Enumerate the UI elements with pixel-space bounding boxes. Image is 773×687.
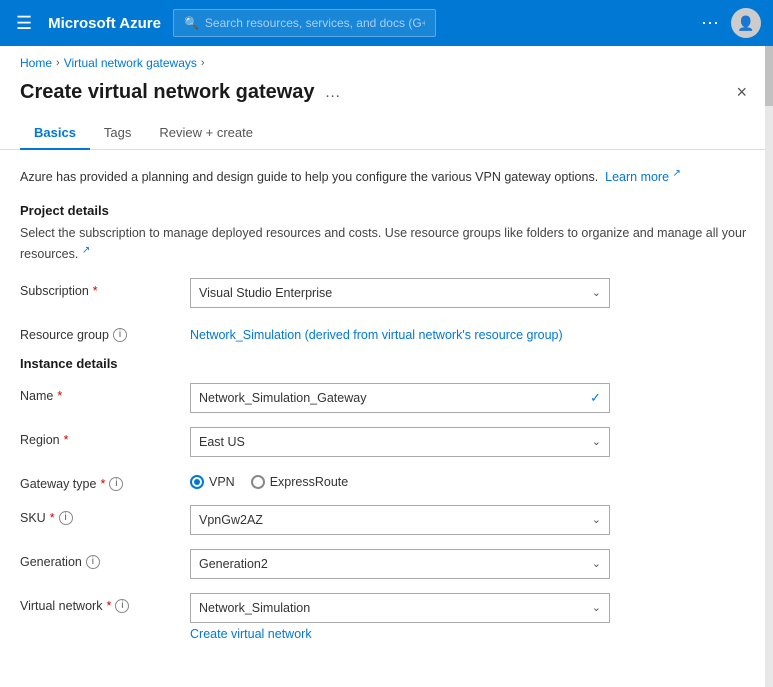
instance-details-heading: Instance details: [20, 356, 753, 371]
scrollbar-thumb[interactable]: [765, 46, 773, 106]
gateway-type-required: *: [100, 477, 105, 491]
virtual-network-row: Virtual network * i Network_Simulation ⌄…: [20, 593, 753, 641]
region-label: Region *: [20, 427, 180, 447]
name-row: Name * Network_Simulation_Gateway ✓: [20, 383, 753, 413]
breadcrumb-parent[interactable]: Virtual network gateways: [64, 56, 197, 70]
main-panel: Home › Virtual network gateways › Create…: [0, 46, 773, 687]
generation-dropdown-arrow: ⌄: [592, 557, 601, 570]
info-banner-text: Azure has provided a planning and design…: [20, 170, 598, 184]
sku-label: SKU * i: [20, 505, 180, 525]
sku-dropdown[interactable]: VpnGw2AZ ⌄: [190, 505, 610, 535]
expressroute-label: ExpressRoute: [270, 475, 349, 489]
sku-value: VpnGw2AZ: [199, 513, 263, 527]
name-label: Name *: [20, 383, 180, 403]
subscription-required: *: [93, 284, 98, 298]
region-dropdown[interactable]: East US ⌄: [190, 427, 610, 457]
subscription-dropdown-arrow: ⌄: [592, 286, 601, 299]
virtual-network-info-icon[interactable]: i: [115, 599, 129, 613]
sku-required: *: [50, 511, 55, 525]
topbar: ☰ Microsoft Azure 🔍 ⋯ 👤: [0, 0, 773, 46]
breadcrumb-sep-1: ›: [56, 57, 60, 69]
form-content: Azure has provided a planning and design…: [0, 150, 773, 687]
app-title: Microsoft Azure: [48, 15, 161, 32]
info-banner: Azure has provided a planning and design…: [20, 166, 753, 187]
tab-basics[interactable]: Basics: [20, 117, 90, 150]
name-dropdown[interactable]: Network_Simulation_Gateway ✓: [190, 383, 610, 413]
generation-control: Generation2 ⌄: [190, 549, 753, 579]
page-more-icon[interactable]: …: [325, 84, 341, 102]
virtual-network-required: *: [106, 599, 111, 613]
gateway-type-vpn[interactable]: VPN: [190, 475, 235, 489]
subscription-control: Visual Studio Enterprise ⌄: [190, 278, 753, 308]
page-title: Create virtual network gateway: [20, 81, 315, 104]
resource-group-row: Resource group i Network_Simulation (der…: [20, 322, 753, 342]
generation-row: Generation i Generation2 ⌄: [20, 549, 753, 579]
virtual-network-value: Network_Simulation: [199, 601, 310, 615]
generation-info-icon[interactable]: i: [86, 555, 100, 569]
vpn-label: VPN: [209, 475, 235, 489]
breadcrumb: Home › Virtual network gateways ›: [0, 46, 773, 74]
learn-more-link[interactable]: Learn more ↗: [605, 170, 681, 184]
project-details-link-icon[interactable]: ↗: [82, 245, 90, 256]
virtual-network-control: Network_Simulation ⌄ Create virtual netw…: [190, 593, 753, 641]
resource-group-label: Resource group i: [20, 322, 180, 342]
page-header: Create virtual network gateway … ×: [0, 74, 773, 117]
region-row: Region * East US ⌄: [20, 427, 753, 457]
gateway-type-label: Gateway type * i: [20, 471, 180, 491]
subscription-label: Subscription *: [20, 278, 180, 298]
tab-tags[interactable]: Tags: [90, 117, 145, 150]
sku-row: SKU * i VpnGw2AZ ⌄: [20, 505, 753, 535]
name-required: *: [57, 389, 62, 403]
subscription-dropdown[interactable]: Visual Studio Enterprise ⌄: [190, 278, 610, 308]
sku-dropdown-arrow: ⌄: [592, 513, 601, 526]
gateway-type-radio-group: VPN ExpressRoute: [190, 471, 753, 489]
create-virtual-network-link[interactable]: Create virtual network: [190, 627, 753, 641]
gateway-type-control: VPN ExpressRoute: [190, 471, 753, 489]
virtual-network-dropdown-arrow: ⌄: [592, 601, 601, 614]
resource-group-control: Network_Simulation (derived from virtual…: [190, 322, 753, 342]
more-options-icon[interactable]: ⋯: [701, 13, 719, 34]
external-link-icon: ↗: [673, 168, 681, 179]
region-value: East US: [199, 435, 245, 449]
region-control: East US ⌄: [190, 427, 753, 457]
avatar[interactable]: 👤: [731, 8, 761, 38]
close-button[interactable]: ×: [730, 80, 753, 105]
name-check-icon: ✓: [590, 390, 601, 406]
sku-info-icon[interactable]: i: [59, 511, 73, 525]
gateway-type-row: Gateway type * i VPN ExpressRoute: [20, 471, 753, 491]
region-required: *: [64, 433, 69, 447]
vpn-radio-circle: [190, 475, 204, 489]
subscription-value: Visual Studio Enterprise: [199, 286, 332, 300]
project-details-heading: Project details: [20, 203, 753, 218]
breadcrumb-sep-2: ›: [201, 57, 205, 69]
generation-value: Generation2: [199, 557, 268, 571]
tab-review[interactable]: Review + create: [145, 117, 267, 150]
tabs: Basics Tags Review + create: [0, 117, 773, 150]
generation-label: Generation i: [20, 549, 180, 569]
hamburger-icon[interactable]: ☰: [12, 9, 36, 38]
gateway-type-expressroute[interactable]: ExpressRoute: [251, 475, 349, 489]
resource-group-info-icon[interactable]: i: [113, 328, 127, 342]
search-bar[interactable]: 🔍: [173, 9, 436, 37]
breadcrumb-home[interactable]: Home: [20, 56, 52, 70]
region-dropdown-arrow: ⌄: [592, 435, 601, 448]
sku-control: VpnGw2AZ ⌄: [190, 505, 753, 535]
subscription-row: Subscription * Visual Studio Enterprise …: [20, 278, 753, 308]
gateway-type-info-icon[interactable]: i: [109, 477, 123, 491]
virtual-network-label: Virtual network * i: [20, 593, 180, 613]
search-input[interactable]: [205, 16, 425, 30]
project-details-desc: Select the subscription to manage deploy…: [20, 224, 753, 264]
virtual-network-dropdown[interactable]: Network_Simulation ⌄: [190, 593, 610, 623]
search-icon: 🔍: [184, 16, 199, 30]
name-value: Network_Simulation_Gateway: [199, 391, 366, 405]
expressroute-radio-circle: [251, 475, 265, 489]
name-control: Network_Simulation_Gateway ✓: [190, 383, 753, 413]
scrollbar-track: [765, 46, 773, 687]
resource-group-value: Network_Simulation (derived from virtual…: [190, 322, 753, 342]
generation-dropdown[interactable]: Generation2 ⌄: [190, 549, 610, 579]
